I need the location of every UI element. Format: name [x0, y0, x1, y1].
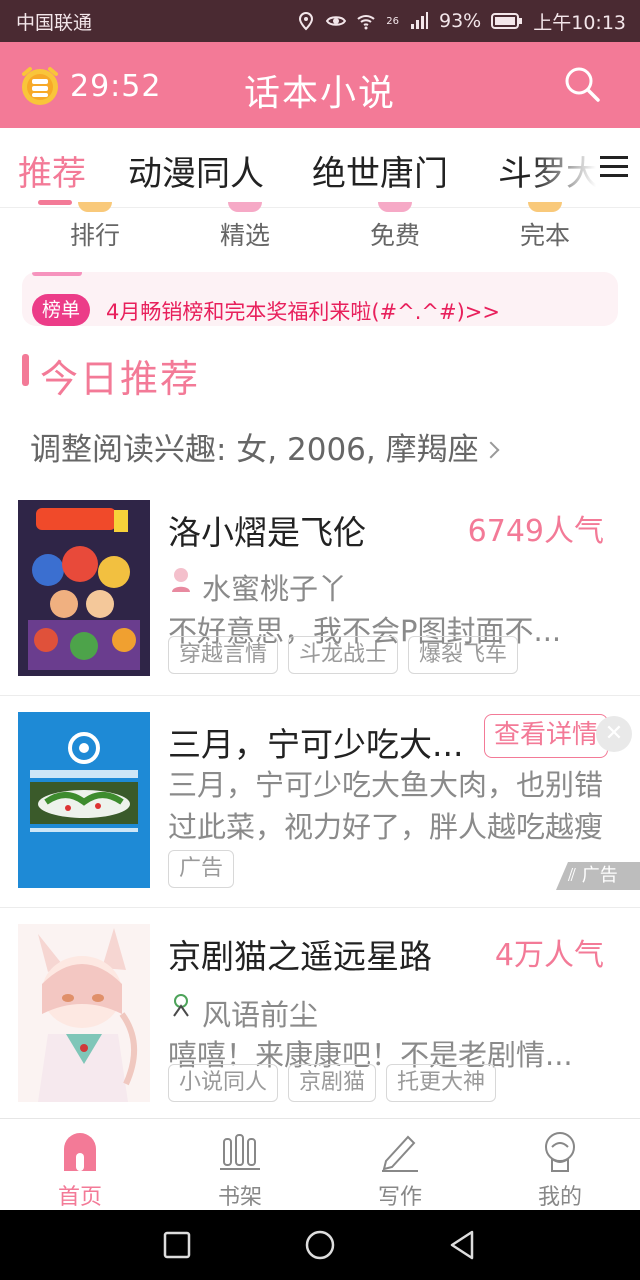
cat-girl-cover-icon [18, 924, 150, 1102]
quick-link-finished[interactable]: 完本 [470, 202, 620, 252]
ad-tag: 广告 [168, 850, 235, 888]
active-tab-indicator [38, 200, 72, 205]
eye-icon [326, 16, 347, 26]
quick-link-label: 排行 [69, 221, 120, 250]
profile-icon [545, 1132, 575, 1172]
author-name: 风语前尘 [202, 998, 319, 1032]
app-header: 29:52 话本小说 [0, 42, 640, 128]
battery-icon [491, 13, 523, 29]
announcement-banner[interactable]: 榜单 4月畅销榜和完本奖福利来啦(#^.^#)>> [22, 272, 618, 326]
ad-label: ⫽ 广告 [556, 862, 640, 890]
interest-text: 调整阅读兴趣: 女, 2006, 摩羯座 [30, 432, 479, 468]
category-tabs: 推荐 动漫同人 绝世唐门 斗罗大 [0, 128, 640, 208]
author-name: 水蜜桃子丫 [202, 572, 348, 606]
quick-link-featured[interactable]: 精选 [170, 202, 320, 252]
author-avatar-icon [172, 568, 190, 592]
ad-item[interactable]: 三月，宁可少吃大... 查看详情 ✕ 三月，宁可少吃大鱼大肉，也别错过此菜，视力… [0, 696, 640, 908]
book-tag[interactable]: 爆裂飞车 [408, 636, 519, 674]
ad-title: 三月，宁可少吃大... [168, 725, 464, 764]
ad-label-text: 广告 [581, 865, 618, 886]
home-button-icon[interactable] [303, 1228, 337, 1262]
free-icon [378, 202, 412, 212]
ranking-icon [78, 202, 112, 212]
section-title: 今日推荐 [40, 357, 201, 401]
popularity-count: 4万人气 [494, 938, 604, 973]
ad-description: 三月，宁可少吃大鱼大肉，也别错过此菜，视力好了，胖人越吃越瘦 [168, 768, 604, 844]
tab-anime-fanfic[interactable]: 动漫同人 [128, 146, 264, 195]
nav-bookshelf[interactable]: 书架 [190, 1129, 290, 1211]
network-label: 26 [386, 15, 399, 27]
quick-link-free[interactable]: 免费 [320, 202, 470, 252]
ad-marker-icon: ⫽ [568, 865, 582, 886]
book-item[interactable]: 洛小熠是飞伦 6749人气 水蜜桃子丫 不好意思，我不会P图封面不... 穿越言… [0, 484, 640, 696]
finished-icon [528, 202, 562, 212]
banner-previous-slide [32, 272, 82, 276]
bottom-nav: 首页 书架 写作 我的 [0, 1118, 640, 1210]
featured-icon [228, 202, 262, 212]
location-icon [299, 11, 314, 31]
tab-jueshi-tangmen[interactable]: 绝世唐门 [312, 146, 448, 195]
battery-percent: 93% [439, 10, 482, 32]
quick-link-label: 免费 [369, 221, 420, 250]
carrier-label: 中国联通 [16, 11, 93, 34]
banner-tag: 榜单 [32, 294, 91, 326]
nav-home[interactable]: 首页 [30, 1129, 130, 1211]
book-tag[interactable]: 京剧猫 [288, 1064, 377, 1102]
book-title: 京剧猫之遥远星路 [168, 937, 432, 976]
back-icon[interactable] [446, 1228, 480, 1262]
signal-icon [411, 12, 428, 29]
book-tags: 小说同人 京剧猫 托更大神 [168, 1064, 497, 1102]
nav-label: 书架 [217, 1185, 262, 1210]
tab-recommend[interactable]: 推荐 [18, 146, 86, 195]
clock-label: 上午10:13 [533, 11, 626, 34]
anime-cover-icon [18, 500, 150, 676]
nav-label: 首页 [57, 1185, 102, 1210]
nav-label: 写作 [377, 1185, 422, 1210]
book-tag[interactable]: 小说同人 [168, 1064, 279, 1102]
tencent-news-cover-icon [18, 712, 150, 888]
status-bar: 中国联通 26 93% 上午10:13 [0, 0, 640, 42]
chevron-right-icon [482, 441, 500, 459]
book-item[interactable]: 京剧猫之遥远星路 4万人气 风语前尘 嘻嘻！来康康吧！不是老剧情... 小说同人… [0, 908, 640, 1118]
quick-link-label: 完本 [519, 221, 570, 250]
quick-link-ranking[interactable]: 排行 [20, 202, 170, 252]
quick-links: 排行 精选 免费 完本 [0, 202, 640, 264]
nav-profile[interactable]: 我的 [510, 1129, 610, 1211]
system-nav-bar [0, 1210, 640, 1280]
home-icon [64, 1133, 96, 1171]
pen-icon [382, 1135, 418, 1172]
book-tag[interactable]: 穿越言情 [168, 636, 279, 674]
author-avatar-icon [173, 994, 189, 1017]
banner-text: 4月畅销榜和完本奖福利来啦(#^.^#)>> [106, 300, 500, 324]
search-icon[interactable] [562, 64, 602, 104]
section-marker [22, 354, 29, 386]
book-tags: 穿越言情 斗龙战士 爆裂飞车 [168, 636, 519, 674]
nav-write[interactable]: 写作 [350, 1129, 450, 1211]
wifi-icon [357, 15, 375, 30]
bookshelf-icon [220, 1134, 260, 1170]
status-icons: 26 93% 上午10:13 [296, 8, 626, 35]
book-title: 洛小熠是飞伦 [168, 513, 366, 552]
app-title: 话本小说 [243, 73, 396, 114]
popularity-count: 6749人气 [467, 514, 604, 549]
close-icon[interactable]: ✕ [596, 716, 632, 752]
tab-menu-icon[interactable] [598, 152, 630, 182]
book-tag[interactable]: 托更大神 [386, 1064, 497, 1102]
nav-label: 我的 [537, 1185, 582, 1210]
quick-link-label: 精选 [219, 221, 270, 250]
ad-tags: 广告 [168, 850, 235, 888]
book-tag[interactable]: 斗龙战士 [288, 636, 399, 674]
adjust-interest-link[interactable]: 调整阅读兴趣: 女, 2006, 摩羯座 [30, 424, 500, 469]
view-details-button[interactable]: 查看详情 [484, 714, 608, 758]
recent-apps-icon[interactable] [160, 1228, 194, 1262]
